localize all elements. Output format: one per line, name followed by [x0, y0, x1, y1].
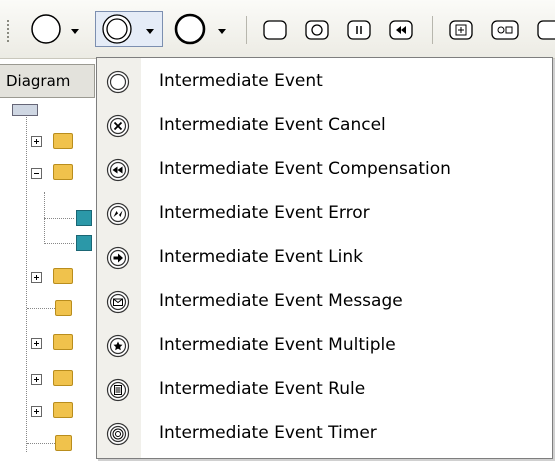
intermediate-event-tool-button[interactable] — [95, 11, 163, 47]
toolbar-separator — [246, 16, 247, 44]
folder-open-icon — [53, 164, 73, 180]
menu-item-intermediate-event-multiple[interactable]: Intermediate Event Multiple — [97, 324, 552, 367]
menu-item-intermediate-event-link[interactable]: Intermediate Event Link — [97, 236, 552, 279]
tree-expander[interactable] — [31, 136, 42, 147]
compensation-task-tool-icon[interactable] — [388, 18, 414, 42]
collapsed-subprocess-tool-icon[interactable] — [490, 18, 520, 42]
toolbar-grip[interactable] — [7, 20, 9, 42]
menu-item-intermediate-event-compensation[interactable]: Intermediate Event Compensation — [97, 148, 552, 191]
intermediate-event-compensation-icon — [106, 158, 130, 182]
menu-item-intermediate-event-timer[interactable]: Intermediate Event Timer — [97, 412, 552, 455]
task-tool-icon[interactable] — [262, 18, 288, 42]
intermediate-event-icon — [106, 70, 130, 94]
intermediate-event-timer-icon — [106, 422, 130, 446]
tree-expander[interactable] — [31, 272, 42, 283]
intermediate-event-multiple-icon — [106, 334, 130, 358]
menu-item-intermediate-event-message[interactable]: Intermediate Event Message — [97, 280, 552, 323]
parallel-task-tool-icon[interactable] — [346, 18, 372, 42]
intermediate-event-error-icon — [106, 202, 130, 226]
start-event-tool-icon[interactable] — [28, 12, 64, 46]
tree-expander[interactable] — [31, 338, 42, 349]
diagram-tab-label: Diagram — [6, 72, 71, 90]
shortcut-icon — [55, 300, 72, 316]
loop-task-tool-icon[interactable] — [304, 18, 330, 42]
tree-expander[interactable] — [31, 406, 42, 417]
menu-item-intermediate-event-error[interactable]: Intermediate Event Error — [97, 192, 552, 235]
subprocess-tool-icon[interactable] — [448, 18, 474, 42]
intermediate-event-menu: Intermediate Event Intermediate Event Ca… — [96, 57, 553, 459]
intermediate-event-message-icon — [106, 290, 130, 314]
tree-collapser[interactable] — [31, 168, 42, 179]
diagram-node-icon — [76, 235, 92, 251]
diagram-node-icon — [76, 210, 92, 226]
intermediate-event-rule-icon — [106, 378, 130, 402]
menu-item-intermediate-event[interactable]: Intermediate Event — [97, 60, 552, 103]
folder-icon — [53, 334, 73, 350]
menu-item-intermediate-event-cancel[interactable]: Intermediate Event Cancel — [97, 104, 552, 147]
menu-item-intermediate-event-rule[interactable]: Intermediate Event Rule — [97, 368, 552, 411]
folder-icon — [53, 370, 73, 386]
tree-expander[interactable] — [31, 374, 42, 385]
folder-icon — [53, 268, 73, 284]
intermediate-event-tool-icon — [102, 14, 132, 44]
more-tools-icon[interactable] — [534, 18, 555, 42]
intermediate-event-cancel-icon — [106, 114, 130, 138]
start-event-dropdown-arrow[interactable] — [71, 29, 79, 34]
toolbar — [0, 0, 555, 59]
folder-icon — [53, 402, 73, 418]
toolbar-separator-2 — [432, 16, 433, 44]
shortcut-icon — [55, 435, 72, 451]
intermediate-event-dropdown-arrow[interactable] — [146, 29, 154, 34]
folder-icon — [53, 133, 73, 149]
intermediate-event-link-icon — [106, 246, 130, 270]
diagram-root-icon — [12, 104, 38, 116]
end-event-dropdown-arrow[interactable] — [218, 29, 226, 34]
diagram-tab[interactable]: Diagram — [0, 64, 95, 98]
end-event-tool-icon[interactable] — [170, 12, 210, 46]
